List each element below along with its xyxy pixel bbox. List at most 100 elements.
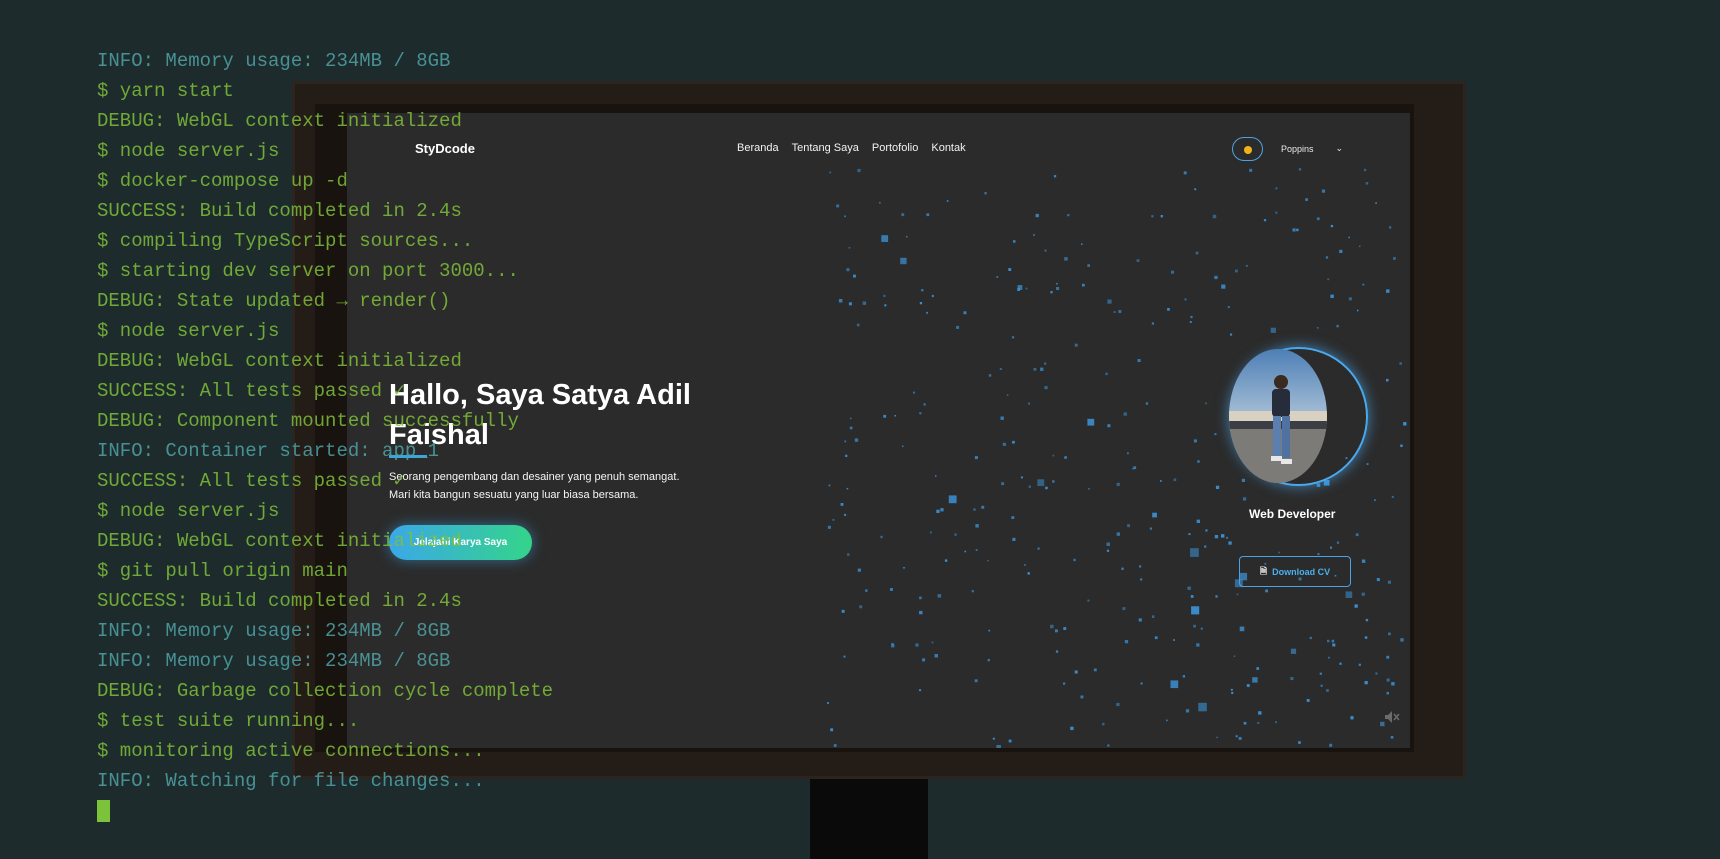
particle bbox=[1151, 322, 1154, 325]
particle bbox=[1189, 321, 1192, 323]
particle bbox=[1387, 580, 1391, 584]
particle bbox=[988, 629, 991, 632]
particle bbox=[841, 609, 845, 613]
particle bbox=[859, 605, 863, 609]
particle bbox=[1375, 672, 1378, 675]
chevron-down-icon: ⌄ bbox=[1335, 143, 1344, 153]
particle bbox=[1316, 217, 1320, 221]
particle bbox=[865, 589, 868, 592]
speaker-mute-icon[interactable] bbox=[1384, 710, 1400, 724]
particle bbox=[830, 728, 834, 732]
particle bbox=[1386, 289, 1390, 293]
site-logo[interactable]: StyDcode bbox=[415, 141, 475, 156]
particle bbox=[1226, 536, 1229, 539]
particle bbox=[1290, 677, 1294, 681]
particle bbox=[926, 311, 928, 314]
navbar: StyDcode Beranda Tentang Saya Portofolio… bbox=[347, 113, 1410, 185]
particle bbox=[996, 745, 1001, 748]
particle bbox=[987, 559, 989, 562]
particle bbox=[1228, 541, 1232, 545]
particle bbox=[919, 302, 923, 305]
theme-toggle[interactable] bbox=[1232, 137, 1263, 161]
particle bbox=[1113, 311, 1116, 313]
particle bbox=[971, 590, 974, 593]
particle bbox=[832, 518, 835, 521]
explore-work-button[interactable]: Jelajahi Karya Saya bbox=[389, 525, 532, 560]
particle bbox=[1050, 624, 1054, 629]
particle bbox=[1028, 485, 1031, 488]
particle bbox=[1107, 299, 1112, 304]
particle bbox=[1330, 224, 1334, 228]
hero-subtitle-line-2: Mari kita bangun sesuatu yang luar biasa… bbox=[389, 489, 639, 501]
nav-link-portofolio[interactable]: Portofolio bbox=[872, 142, 918, 154]
particle bbox=[1386, 691, 1389, 695]
particle bbox=[1040, 367, 1044, 371]
particle bbox=[956, 325, 960, 329]
particle bbox=[915, 643, 919, 647]
nav-link-kontak[interactable]: Kontak bbox=[931, 142, 965, 154]
font-select[interactable]: Poppins ⌄ bbox=[1281, 143, 1343, 154]
particle bbox=[1187, 586, 1191, 590]
nav-link-tentang-saya[interactable]: Tentang Saya bbox=[792, 142, 859, 154]
particle bbox=[1118, 310, 1122, 313]
particle bbox=[974, 679, 978, 683]
particle bbox=[988, 374, 992, 377]
avatar bbox=[1229, 349, 1327, 483]
particle bbox=[894, 415, 896, 417]
particle bbox=[850, 417, 852, 420]
particle bbox=[1136, 259, 1140, 262]
particle bbox=[1366, 463, 1369, 465]
particle bbox=[1160, 480, 1162, 482]
particle bbox=[1116, 702, 1120, 707]
particle bbox=[1044, 386, 1048, 390]
particle bbox=[919, 596, 922, 600]
particle bbox=[1306, 699, 1310, 702]
particle bbox=[1321, 189, 1326, 193]
particle bbox=[931, 294, 934, 298]
particle bbox=[1185, 709, 1190, 713]
particle bbox=[1212, 214, 1217, 219]
particle bbox=[1326, 689, 1329, 692]
terminal-cursor bbox=[97, 800, 110, 822]
particle bbox=[1106, 549, 1110, 552]
particle bbox=[1006, 394, 1009, 396]
particle bbox=[1376, 578, 1380, 582]
website-screen: StyDcode Beranda Tentang Saya Portofolio… bbox=[347, 113, 1410, 748]
particle bbox=[975, 524, 979, 528]
particle bbox=[843, 655, 846, 658]
particle bbox=[881, 235, 889, 242]
particle bbox=[1173, 478, 1177, 482]
title-underline bbox=[389, 455, 427, 458]
particle bbox=[1215, 595, 1218, 598]
particle bbox=[987, 658, 990, 662]
particle bbox=[1355, 533, 1359, 537]
particle bbox=[1013, 240, 1016, 243]
particle bbox=[1154, 636, 1158, 640]
particle bbox=[1137, 359, 1141, 362]
particle bbox=[1238, 737, 1242, 740]
particle bbox=[1035, 213, 1039, 218]
particle bbox=[1204, 545, 1207, 548]
particle bbox=[856, 323, 860, 327]
particle bbox=[827, 525, 831, 529]
nav-link-beranda[interactable]: Beranda bbox=[737, 142, 779, 154]
particle bbox=[1087, 418, 1095, 426]
particle bbox=[919, 412, 922, 415]
particle bbox=[845, 454, 848, 457]
download-cv-button[interactable]: 🗎 Download CV bbox=[1239, 556, 1351, 587]
particle bbox=[853, 274, 856, 278]
particle bbox=[901, 213, 905, 217]
particle bbox=[934, 654, 938, 658]
particle bbox=[1265, 589, 1268, 593]
font-select-value: Poppins bbox=[1281, 143, 1314, 154]
particle bbox=[836, 204, 840, 208]
particle bbox=[827, 702, 829, 704]
particle bbox=[1389, 226, 1392, 229]
particle bbox=[1087, 264, 1090, 267]
particle bbox=[1122, 607, 1126, 611]
particle bbox=[1235, 269, 1238, 273]
profile-role: Web Developer bbox=[1249, 507, 1336, 521]
particle bbox=[1070, 726, 1074, 731]
particle bbox=[1151, 215, 1154, 218]
particle bbox=[1127, 524, 1130, 528]
